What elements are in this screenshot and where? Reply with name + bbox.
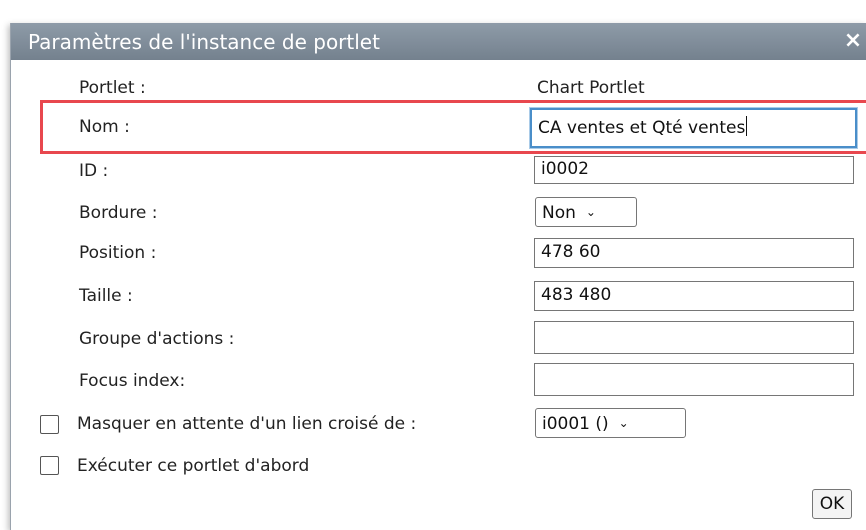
focus-input[interactable] xyxy=(534,363,854,396)
portlet-settings-dialog: Paramètres de l'instance de portlet × xyxy=(10,23,866,530)
position-label: Position : xyxy=(79,243,157,263)
close-icon[interactable]: × xyxy=(841,26,865,56)
bordure-label: Bordure : xyxy=(79,203,158,223)
focus-label: Focus index: xyxy=(79,371,186,391)
masquer-select-value: i0001 () xyxy=(542,414,609,434)
text-caret xyxy=(746,116,748,136)
nom-input[interactable]: CA ventes et Qté ventes xyxy=(530,108,857,148)
chevron-down-icon: ⌄ xyxy=(618,416,629,430)
nom-input-value: CA ventes et Qté ventes xyxy=(538,118,746,138)
bordure-select[interactable]: Non ⌄ xyxy=(535,197,637,227)
id-input[interactable]: i0002 xyxy=(534,156,854,184)
id-label: ID : xyxy=(79,161,109,181)
dialog-titlebar[interactable]: Paramètres de l'instance de portlet × xyxy=(11,23,866,60)
bordure-select-value: Non xyxy=(542,203,576,223)
groupe-input[interactable] xyxy=(534,321,854,354)
executer-checkbox[interactable] xyxy=(40,456,59,475)
dialog-title: Paramètres de l'instance de portlet xyxy=(28,30,380,54)
masquer-label: Masquer en attente d'un lien croisé de : xyxy=(77,414,417,434)
portlet-value: Chart Portlet xyxy=(537,78,645,98)
chevron-down-icon: ⌄ xyxy=(585,205,596,219)
taille-label: Taille : xyxy=(79,286,133,306)
groupe-label: Groupe d'actions : xyxy=(79,329,235,349)
nom-label: Nom : xyxy=(79,117,130,137)
executer-label: Exécuter ce portlet d'abord xyxy=(77,456,310,476)
taille-input[interactable]: 483 480 xyxy=(534,281,854,311)
position-input[interactable]: 478 60 xyxy=(534,238,854,268)
portlet-label: Portlet : xyxy=(79,78,146,98)
masquer-select[interactable]: i0001 () ⌄ xyxy=(535,408,686,438)
ok-button[interactable]: OK xyxy=(812,489,852,519)
masquer-checkbox[interactable] xyxy=(40,415,59,434)
